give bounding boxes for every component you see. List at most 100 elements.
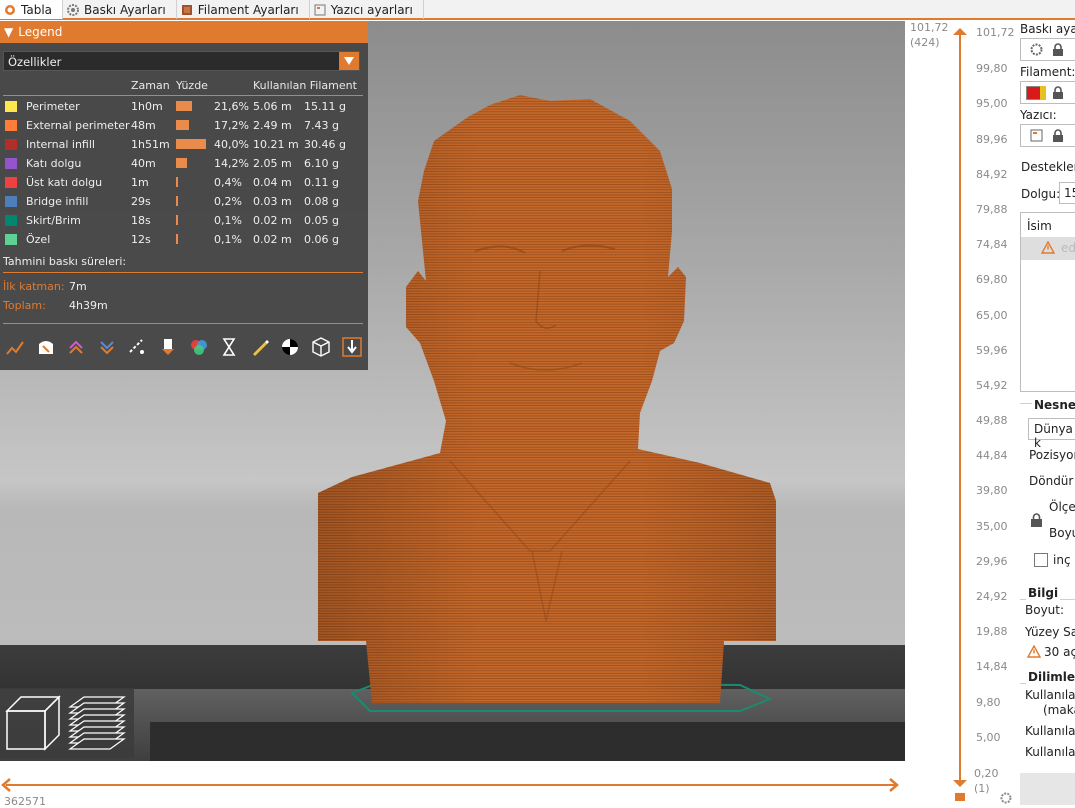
object-manipulation-section: Nesne y bbox=[1032, 398, 1075, 412]
legend-row[interactable]: Skirt/Brim 18s 0,1% 0.02 m 0.05 g bbox=[0, 211, 368, 230]
pause-icon[interactable] bbox=[218, 336, 240, 358]
center-of-gravity-icon[interactable] bbox=[279, 336, 301, 358]
coordinate-system-select[interactable]: Dünya k bbox=[1028, 418, 1075, 450]
custom-gcode-icon[interactable] bbox=[249, 336, 271, 358]
3d-view-icon[interactable] bbox=[3, 693, 61, 753]
percent-bar bbox=[176, 177, 178, 187]
feature-time: 1m bbox=[131, 176, 149, 189]
legend-row[interactable]: Bridge infill 29s 0,2% 0.03 m 0.08 g bbox=[0, 192, 368, 211]
printer-combo[interactable] bbox=[1020, 124, 1075, 147]
layer-height-tick: 19,88 bbox=[976, 625, 1008, 639]
vertical-layer-slider[interactable]: 101,72 (424) 99,80 95,00 89,96 84,92 79,88 74… bbox=[905, 21, 1018, 805]
tool-changes-icon[interactable] bbox=[157, 336, 179, 358]
legend-row[interactable]: Katı dolgu 40m 14,2% 2.05 m 6.10 g bbox=[0, 154, 368, 173]
tab-label: Filament Ayarları bbox=[197, 2, 299, 17]
inch-label: inç bbox=[1053, 553, 1071, 567]
feature-time: 48m bbox=[131, 119, 156, 132]
filament-color-swatch-secondary bbox=[1040, 86, 1046, 100]
sliced-model-bust[interactable] bbox=[300, 81, 790, 721]
plater-icon bbox=[4, 4, 16, 16]
feature-length: 0.03 m bbox=[253, 195, 292, 208]
object-list[interactable]: İsim ed bbox=[1020, 212, 1075, 392]
deretractions-icon[interactable] bbox=[96, 336, 118, 358]
feature-length: 0.04 m bbox=[253, 176, 292, 189]
infill-input[interactable]: 15 bbox=[1059, 182, 1075, 204]
estimated-times-label: Tahmini baskı süreleri: bbox=[3, 255, 127, 268]
feature-time: 1h51m bbox=[131, 138, 170, 151]
legend-color-swatch bbox=[5, 120, 17, 131]
layer-height-tick: 9,80 bbox=[976, 695, 1001, 709]
bottom-layer-number: (1) bbox=[974, 782, 990, 795]
layer-height-tick: 95,00 bbox=[976, 97, 1008, 111]
right-sidebar: Baskı ayarl Filament: Yazıcı: Destekler:… bbox=[1018, 21, 1075, 805]
top-height-value: 101,72 bbox=[910, 21, 949, 34]
tool-marker-icon[interactable] bbox=[341, 336, 363, 358]
warning-icon bbox=[1026, 644, 1042, 661]
feature-length: 10.21 m bbox=[253, 138, 299, 151]
slice-now-button[interactable] bbox=[1020, 773, 1075, 805]
feature-time: 12s bbox=[131, 233, 151, 246]
view-type-select[interactable]: Özellikler bbox=[3, 51, 360, 71]
horizontal-slider[interactable]: 362571 bbox=[0, 761, 905, 808]
horizontal-slider-track[interactable] bbox=[0, 778, 905, 792]
retractions-icon[interactable] bbox=[65, 336, 87, 358]
object-list-item[interactable]: ed bbox=[1021, 237, 1075, 260]
vertical-slider-track[interactable] bbox=[950, 25, 970, 805]
layer-height-tick: 69,80 bbox=[976, 273, 1008, 287]
inch-checkbox[interactable] bbox=[1034, 553, 1048, 567]
percent-bar bbox=[176, 139, 206, 149]
layer-height-tick: 49,88 bbox=[976, 414, 1008, 428]
feature-name: Internal infill bbox=[26, 138, 95, 151]
print-settings-combo[interactable] bbox=[1020, 38, 1075, 61]
legend-color-swatch bbox=[5, 101, 17, 112]
legend-color-swatch bbox=[5, 196, 17, 207]
travel-icon[interactable] bbox=[4, 336, 26, 358]
view-toggle-buttons bbox=[0, 688, 134, 758]
legend-header-row: Zaman Yüzde Kullanılan Filament bbox=[0, 76, 368, 95]
object-list-header: İsim bbox=[1027, 219, 1052, 233]
used-filament-weight-label: Kullanılar bbox=[1025, 745, 1075, 759]
infill-value: 15 bbox=[1064, 186, 1075, 200]
feature-time: 1h0m bbox=[131, 100, 163, 113]
infill-label: Dolgu: bbox=[1021, 187, 1061, 201]
lock-icon[interactable] bbox=[1030, 513, 1043, 530]
layer-height-tick: 14,84 bbox=[976, 660, 1008, 674]
legend-table: Zaman Yüzde Kullanılan Filament Perimete… bbox=[0, 76, 368, 246]
preview-layers-icon[interactable] bbox=[66, 693, 128, 753]
legend-row[interactable]: Üst katı dolgu 1m 0,4% 0.04 m 0.11 g bbox=[0, 173, 368, 192]
tab-label: Tabla bbox=[21, 2, 53, 17]
sliced-info-section: Dilimlen bbox=[1026, 670, 1075, 684]
scale-label: Ölçe bbox=[1049, 500, 1075, 514]
feature-name: Katı dolgu bbox=[26, 157, 82, 170]
bottom-height-value: 0,20 bbox=[974, 767, 999, 780]
tab-print-settings[interactable]: Baskı Ayarları bbox=[63, 0, 177, 19]
legend-color-swatch bbox=[5, 177, 17, 188]
legend-row[interactable]: Özel 12s 0,1% 0.02 m 0.06 g bbox=[0, 230, 368, 249]
tab-plater[interactable]: Tabla bbox=[0, 0, 64, 19]
tab-printer-settings[interactable]: Yazıcı ayarları bbox=[310, 0, 424, 19]
shells-icon[interactable] bbox=[310, 336, 332, 358]
feature-percent: 0,4% bbox=[214, 176, 242, 189]
seams-icon[interactable] bbox=[126, 336, 148, 358]
info-faces-label: Yüzey Say bbox=[1025, 625, 1075, 639]
filament-combo[interactable] bbox=[1020, 81, 1075, 104]
feature-percent: 0,1% bbox=[214, 214, 242, 227]
feature-weight: 30.46 g bbox=[304, 138, 346, 151]
legend-row[interactable]: External perimeter 48m 17,2% 2.49 m 7.43 g bbox=[0, 116, 368, 135]
horizontal-slider-left-value: 362571 bbox=[4, 795, 46, 808]
feature-percent: 0,1% bbox=[214, 233, 242, 246]
legend-row[interactable]: Perimeter 1h0m 21,6% 5.06 m 15.11 g bbox=[0, 97, 368, 116]
print-bed-front bbox=[150, 721, 905, 761]
feature-length: 2.05 m bbox=[253, 157, 292, 170]
color-changes-icon[interactable] bbox=[188, 336, 210, 358]
tab-filament-settings[interactable]: Filament Ayarları bbox=[177, 0, 310, 19]
legend-header[interactable]: ▼ Legend bbox=[0, 21, 368, 43]
wipe-icon[interactable] bbox=[35, 336, 57, 358]
feature-length: 5.06 m bbox=[253, 100, 292, 113]
legend-row[interactable]: Internal infill 1h51m 40,0% 10.21 m 30.46 g bbox=[0, 135, 368, 154]
tab-bar: Tabla Baskı Ayarları Filament Ayarları Y… bbox=[0, 0, 1075, 20]
feature-weight: 6.10 g bbox=[304, 157, 339, 170]
used-filament-length-label: Kullanılar bbox=[1025, 724, 1075, 738]
feature-percent: 14,2% bbox=[214, 157, 249, 170]
percent-bar bbox=[176, 215, 178, 225]
